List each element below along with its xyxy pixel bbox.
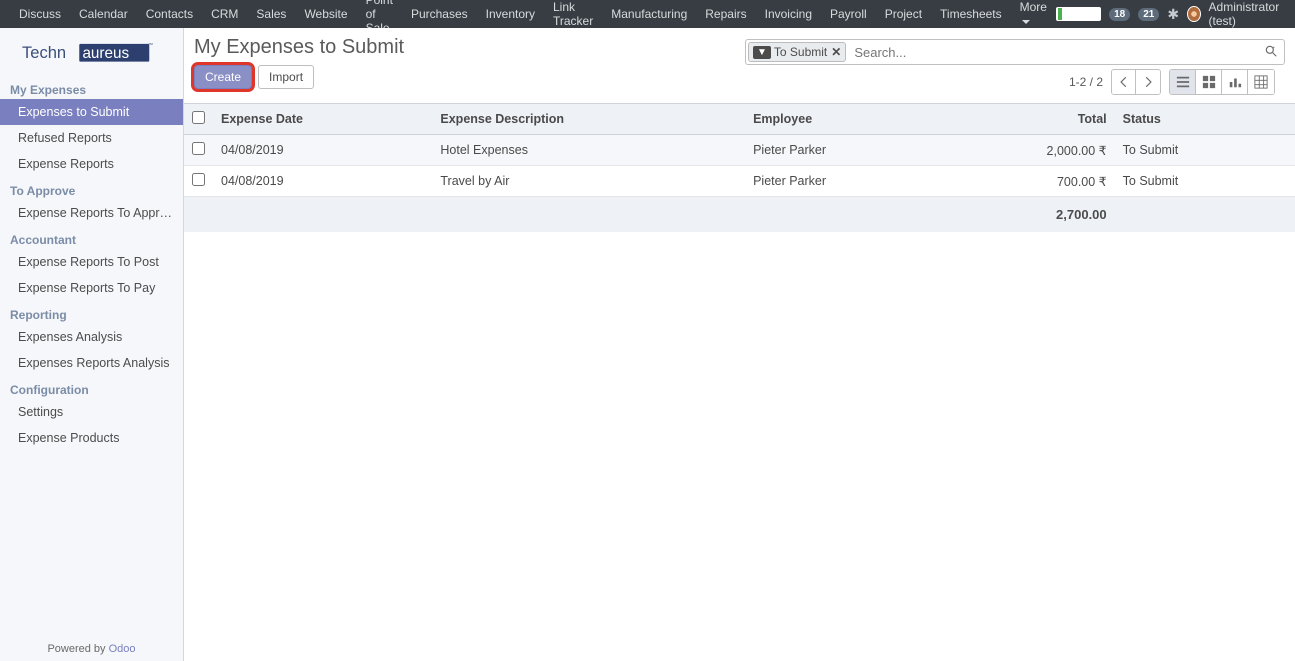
filter-remove-icon[interactable]: ✕	[831, 45, 841, 59]
logo-text: Techn	[22, 43, 66, 62]
col-emp[interactable]: Employee	[745, 104, 944, 135]
chart-icon	[1228, 75, 1242, 89]
page-title: My Expenses to Submit	[194, 36, 745, 59]
side-item-settings[interactable]: Settings	[0, 399, 183, 425]
svg-text:+: +	[1272, 45, 1276, 51]
logo: Techn aureus ™	[0, 28, 183, 76]
col-status[interactable]: Status	[1115, 104, 1275, 135]
side-item-expenses-analysis[interactable]: Expenses Analysis	[0, 324, 183, 350]
list-view-button[interactable]	[1170, 70, 1196, 94]
nav-contacts[interactable]: Contacts	[137, 7, 202, 21]
messages-badge[interactable]: 18	[1109, 8, 1130, 21]
main-content: My Expenses to Submit Create Import ▼ To…	[184, 28, 1295, 661]
kanban-view-button[interactable]	[1196, 70, 1222, 94]
search-input[interactable]	[848, 45, 1258, 60]
import-button[interactable]: Import	[258, 65, 314, 89]
search-expand-icon[interactable]: +	[1258, 44, 1284, 61]
logo-text-inv: aureus	[82, 45, 129, 62]
pager-prev-button[interactable]	[1112, 70, 1136, 94]
kanban-icon	[1202, 75, 1216, 89]
select-all-checkbox[interactable]	[192, 111, 205, 124]
nav-project[interactable]: Project	[876, 7, 931, 21]
nav-inventory[interactable]: Inventory	[477, 7, 544, 21]
side-section-accountant: Accountant	[0, 226, 183, 249]
nav-link-tracker[interactable]: Link Tracker	[544, 0, 602, 28]
funnel-icon: ▼	[753, 46, 771, 59]
col-date[interactable]: Expense Date	[213, 104, 432, 135]
pager-next-button[interactable]	[1136, 70, 1160, 94]
debug-icon[interactable]: ✱	[1167, 6, 1179, 23]
pager-text: 1-2 / 2	[1069, 75, 1103, 89]
search-bar: ▼ To Submit ✕ +	[745, 39, 1285, 65]
filter-chip-label: To Submit	[774, 45, 827, 59]
side-section-to-approve: To Approve	[0, 177, 183, 200]
chevron-right-icon	[1141, 75, 1155, 89]
table-row[interactable]: 04/08/2019Hotel ExpensesPieter Parker2,0…	[184, 135, 1295, 166]
nav-sales[interactable]: Sales	[247, 7, 295, 21]
top-navbar: DiscussCalendarContactsCRMSalesWebsitePo…	[0, 0, 1295, 28]
side-item-refused-reports[interactable]: Refused Reports	[0, 125, 183, 151]
view-switcher	[1169, 69, 1275, 95]
pivot-icon	[1254, 75, 1268, 89]
powered-link[interactable]: Odoo	[109, 643, 136, 655]
table-row[interactable]: 04/08/2019Travel by AirPieter Parker700.…	[184, 166, 1295, 197]
cell-total: 700.00 ₹	[944, 166, 1114, 197]
nav-repairs[interactable]: Repairs	[696, 7, 755, 21]
pager-buttons	[1111, 69, 1161, 95]
nav-manufacturing[interactable]: Manufacturing	[602, 7, 696, 21]
nav-website[interactable]: Website	[295, 7, 356, 21]
nav-timesheets[interactable]: Timesheets	[931, 7, 1011, 21]
cell-total: 2,000.00 ₹	[944, 135, 1114, 166]
user-menu[interactable]: Administrator (test)	[1209, 0, 1292, 28]
side-item-expense-products[interactable]: Expense Products	[0, 425, 183, 451]
cell-date: 04/08/2019	[213, 166, 432, 197]
expense-table: Expense Date Expense Description Employe…	[184, 103, 1295, 232]
cell-status: To Submit	[1115, 135, 1275, 166]
nav-invoicing[interactable]: Invoicing	[756, 7, 821, 21]
nav-discuss[interactable]: Discuss	[10, 7, 70, 21]
svg-text:™: ™	[147, 42, 152, 48]
cell-emp: Pieter Parker	[745, 135, 944, 166]
side-item-expense-reports[interactable]: Expense Reports	[0, 151, 183, 177]
footer-total: 2,700.00	[944, 197, 1114, 233]
pivot-view-button[interactable]	[1248, 70, 1274, 94]
powered-by: Powered by Odoo	[0, 637, 183, 661]
nav-payroll[interactable]: Payroll	[821, 7, 876, 21]
filter-chip-to-submit[interactable]: ▼ To Submit ✕	[748, 42, 846, 62]
graph-view-button[interactable]	[1222, 70, 1248, 94]
nav-search[interactable]	[1056, 7, 1101, 21]
side-section-reporting: Reporting	[0, 301, 183, 324]
row-checkbox[interactable]	[192, 173, 205, 186]
sidebar: Techn aureus ™ My ExpensesExpenses to Su…	[0, 28, 184, 661]
side-item-expense-reports-to-pay[interactable]: Expense Reports To Pay	[0, 275, 183, 301]
side-item-expense-reports-to-appr-[interactable]: Expense Reports To Appr…	[0, 200, 183, 226]
side-section-configuration: Configuration	[0, 376, 183, 399]
row-checkbox[interactable]	[192, 142, 205, 155]
side-item-expenses-to-submit[interactable]: Expenses to Submit	[0, 99, 183, 125]
side-item-expenses-reports-analysis[interactable]: Expenses Reports Analysis	[0, 350, 183, 376]
nav-more[interactable]: More	[1011, 0, 1056, 28]
caret-down-icon	[1022, 20, 1030, 24]
cell-desc: Travel by Air	[432, 166, 745, 197]
nav-crm[interactable]: CRM	[202, 7, 247, 21]
cell-emp: Pieter Parker	[745, 166, 944, 197]
cell-date: 04/08/2019	[213, 135, 432, 166]
nav-calendar[interactable]: Calendar	[70, 7, 137, 21]
side-item-expense-reports-to-post[interactable]: Expense Reports To Post	[0, 249, 183, 275]
activities-badge[interactable]: 21	[1138, 8, 1159, 21]
cell-status: To Submit	[1115, 166, 1275, 197]
create-button[interactable]: Create	[194, 65, 252, 89]
list-icon	[1176, 75, 1190, 89]
cell-desc: Hotel Expenses	[432, 135, 745, 166]
avatar-icon[interactable]	[1187, 6, 1200, 22]
nav-purchases[interactable]: Purchases	[402, 7, 477, 21]
chevron-left-icon	[1117, 75, 1131, 89]
side-section-my-expenses: My Expenses	[0, 76, 183, 99]
col-desc[interactable]: Expense Description	[432, 104, 745, 135]
col-total[interactable]: Total	[944, 104, 1114, 135]
